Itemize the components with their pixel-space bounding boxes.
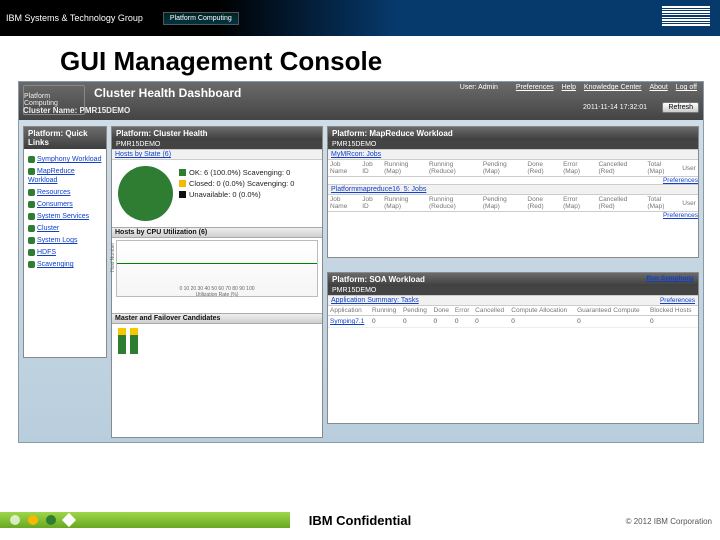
cpu-utilization-chart: Host Number 0 10 20 30 40 50 60 70 80 90… (116, 240, 318, 297)
hosts-pie-chart (118, 166, 173, 221)
soa-section[interactable]: Application Summary: Tasks (331, 297, 419, 304)
cpu-yaxis: Host Number (110, 242, 116, 271)
services-icon (28, 213, 35, 220)
nav-logoff[interactable]: Log off (676, 84, 697, 91)
legend-ok: OK: 6 (100.0%) Scavenging: 0 (189, 168, 290, 177)
ql-consumers[interactable]: Consumers (37, 201, 73, 208)
mr-table2: Job NameJob IDRunning (Map)Running (Redu… (328, 195, 698, 212)
cluster-name-value: PMR15DEMO (79, 106, 130, 115)
mr-pref1[interactable]: Preferences (663, 177, 698, 184)
ql-logs[interactable]: System Logs (37, 237, 77, 244)
ql-mapreduce[interactable]: MapReduce Workload (28, 168, 75, 184)
quick-links-title: Platform: Quick Links (24, 127, 106, 149)
legend-unavail: Unavailable: 0 (0.0%) (189, 190, 261, 199)
dashboard-header: Platform Computing Cluster Health Dashbo… (19, 82, 703, 120)
cluster-health-panel: Platform: Cluster Health PMR15DEMO Hosts… (111, 126, 323, 438)
mapreduce-icon (28, 168, 35, 175)
soa-cluster: PMR15DEMO (328, 286, 698, 295)
timestamp: 2011-11-14 17:32:01 (583, 104, 647, 111)
nav-about[interactable]: About (649, 84, 667, 91)
scavenging-icon (28, 261, 35, 268)
page-title: GUI Management Console (60, 46, 720, 77)
nav-help[interactable]: Help (562, 84, 576, 91)
hosts-legend: OK: 6 (100.0%) Scavenging: 0 Closed: 0 (… (179, 166, 294, 201)
group-label: IBM Systems & Technology Group (0, 13, 143, 23)
closed-swatch-icon (179, 180, 186, 187)
hosts-by-cpu-header: Hosts by CPU Utilization (6) (112, 227, 322, 238)
soa-pref[interactable]: Preferences (660, 297, 695, 304)
ok-swatch-icon (179, 169, 186, 176)
mr-cluster: PMR15DEMO (328, 140, 698, 149)
ql-symphony[interactable]: Symphony Workload (37, 156, 101, 163)
header-links: User: Admin Preferences Help Knowledge C… (460, 84, 697, 91)
ql-services[interactable]: System Services (37, 213, 89, 220)
hosts-by-state-link[interactable]: Hosts by State (6) (115, 151, 171, 158)
soa-app-link[interactable]: Symping7.1 (330, 318, 364, 325)
symphony-icon (28, 156, 35, 163)
ql-hdfs[interactable]: HDFS (37, 249, 56, 256)
copyright-label: © 2012 IBM Corporation (626, 517, 712, 526)
slide-footer: IBM Confidential © 2012 IBM Corporation (0, 502, 720, 540)
confidential-label: IBM Confidential (0, 513, 720, 528)
soa-row[interactable]: Symping7.1 00000000 (328, 316, 698, 328)
ql-cluster[interactable]: Cluster (37, 225, 59, 232)
cpu-xaxis: Utilization Rate (%) (196, 292, 239, 298)
soa-title: Platform: SOA WorkloadRun Symphony (328, 273, 698, 286)
dashboard-screenshot: Platform Computing Cluster Health Dashbo… (18, 81, 704, 443)
cluster-health-title: Platform: Cluster Health (112, 127, 322, 140)
quick-links-panel: Platform: Quick Links Symphony Workload … (23, 126, 107, 358)
user-label: User: Admin (460, 84, 498, 91)
mr-table1: Job NameJob IDRunning (Map)Running (Redu… (328, 160, 698, 177)
soa-table: ApplicationRunningPendingDoneErrorCancel… (328, 306, 698, 328)
cluster-name: Cluster Name: PMR15DEMO (23, 106, 130, 115)
hdfs-icon (28, 249, 35, 256)
nav-knowledge[interactable]: Knowledge Center (584, 84, 642, 91)
ql-scavenging[interactable]: Scavenging (37, 261, 74, 268)
mr-section1[interactable]: MyMRcon: Jobs (331, 151, 381, 158)
dashboard-title: Cluster Health Dashboard (94, 86, 241, 100)
ibm-logo-icon (662, 6, 710, 26)
consumers-icon (28, 201, 35, 208)
unavail-swatch-icon (179, 191, 186, 198)
resources-icon (28, 189, 35, 196)
presentation-banner: IBM Systems & Technology Group Platform … (0, 0, 720, 36)
failover-bars (118, 328, 316, 354)
failover-header: Master and Failover Candidates (112, 313, 322, 324)
nav-preferences[interactable]: Preferences (516, 84, 554, 91)
mr-title: Platform: MapReduce Workload (328, 127, 698, 140)
mapreduce-panel: Platform: MapReduce Workload PMR15DEMO M… (327, 126, 699, 258)
logs-icon (28, 237, 35, 244)
soa-run[interactable]: Run Symphony (646, 275, 694, 282)
cluster-name-label: Cluster Name: (23, 106, 77, 115)
refresh-button[interactable]: Refresh (662, 102, 699, 113)
cluster-icon (28, 225, 35, 232)
soa-panel: Platform: SOA WorkloadRun Symphony PMR15… (327, 272, 699, 424)
cluster-health-cluster: PMR15DEMO (112, 140, 322, 149)
ql-resources[interactable]: Resources (37, 189, 70, 196)
platform-badge: Platform Computing (163, 12, 239, 25)
mr-pref2[interactable]: Preferences (663, 212, 698, 219)
legend-closed: Closed: 0 (0.0%) Scavenging: 0 (189, 179, 294, 188)
mr-section2[interactable]: Platformmapreduce16_5: Jobs (331, 186, 426, 193)
